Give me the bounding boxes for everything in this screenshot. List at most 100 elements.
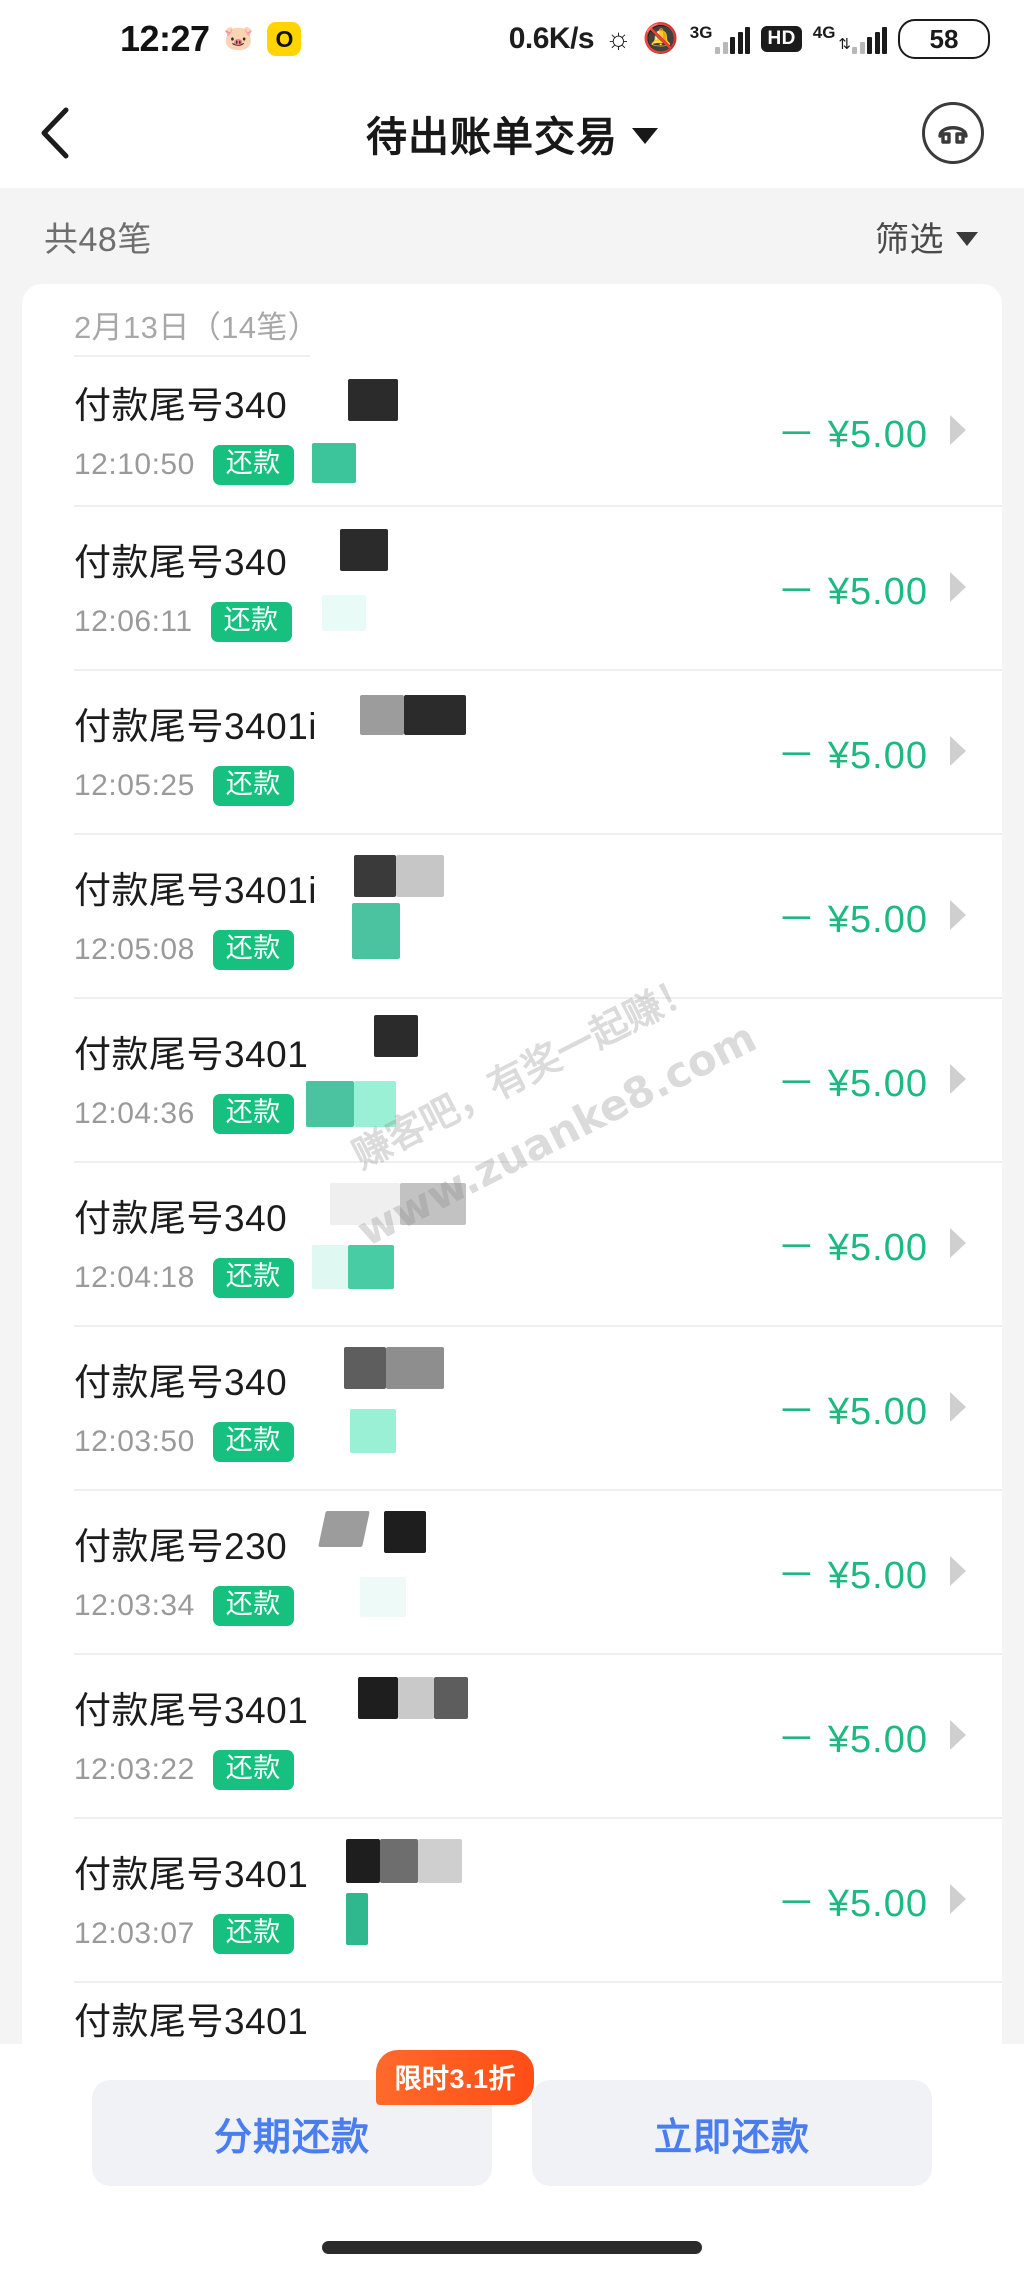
row-meta: 12:04:18 还款 <box>74 1258 777 1298</box>
chevron-right-icon <box>950 1064 966 1094</box>
row-divider <box>74 1653 1002 1655</box>
row-left: 付款尾号3401i 12:05:25 还款 <box>74 696 777 806</box>
repay-now-label: 立即还款 <box>653 2116 810 2159</box>
transaction-time: 12:03:22 <box>74 1753 195 1786</box>
row-divider <box>74 355 310 357</box>
transaction-title: 付款尾号340 <box>74 1198 288 1240</box>
table-row[interactable]: 付款尾号340 12:10:50 还款 － ¥5.00 <box>22 355 1002 505</box>
filter-label: 筛选 <box>875 220 944 259</box>
transaction-amount: － ¥5.00 <box>777 1554 928 1597</box>
row-right: － ¥5.00 <box>777 724 1002 779</box>
table-row[interactable]: 付款尾号3401 12:03:22 还款 － ¥5.00 <box>22 1653 1002 1817</box>
customer-service-button[interactable] <box>922 102 984 164</box>
row-left: 付款尾号230 12:03:34 还款 <box>74 1516 777 1626</box>
row-right: － ¥5.00 <box>777 1872 1002 1927</box>
row-meta: 12:04:36 还款 <box>74 1094 777 1134</box>
repay-now-button[interactable]: 立即还款 <box>532 2080 932 2186</box>
row-divider <box>74 1817 1002 1819</box>
table-row[interactable]: 付款尾号340 12:04:18 还款 － ¥5.00 <box>22 1161 1002 1325</box>
row-divider <box>74 1325 1002 1327</box>
mute-bell-icon: 🔕 <box>642 22 679 55</box>
row-right: － ¥5.00 <box>777 1544 1002 1599</box>
row-meta: 12:03:34 还款 <box>74 1586 777 1626</box>
row-divider <box>74 1161 1002 1163</box>
row-left: 付款尾号340 12:10:50 还款 <box>74 375 777 485</box>
transaction-title: 付款尾号3401i <box>74 870 318 912</box>
network-speed-label: 0.6K/s <box>508 22 595 55</box>
filter-button[interactable]: 筛选 <box>875 212 978 261</box>
transaction-rows: 付款尾号340 12:10:50 还款 － ¥5.00 付款尾号340 12:0… <box>22 355 1002 2045</box>
transaction-title: 付款尾号3401 <box>74 1690 309 1732</box>
status-bar-left: 12:27 🐷 O <box>120 18 302 60</box>
transaction-title: 付款尾号3401 <box>74 1034 309 1076</box>
status-badge: 还款 <box>212 1094 294 1134</box>
page-title: 待出账单交易 <box>366 114 618 160</box>
status-badge: 还款 <box>212 1914 294 1954</box>
row-divider <box>74 669 1002 671</box>
chevron-down-icon <box>956 231 978 246</box>
transaction-amount: － ¥5.00 <box>777 1226 928 1269</box>
status-badge: 还款 <box>212 445 294 485</box>
row-meta: 12:06:11 还款 <box>74 602 777 642</box>
transaction-time: 12:04:36 <box>74 1097 195 1130</box>
table-row[interactable]: 付款尾号340 12:03:50 还款 － ¥5.00 <box>22 1325 1002 1489</box>
row-right: － ¥5.00 <box>777 1380 1002 1435</box>
table-row[interactable]: 付款尾号3401i 12:05:25 还款 － ¥5.00 <box>22 669 1002 833</box>
row-divider <box>74 505 1002 507</box>
row-right: － ¥5.00 <box>777 403 1002 458</box>
installment-repay-label: 分期还款 <box>213 2116 370 2159</box>
chevron-right-icon <box>950 1720 966 1750</box>
status-badge: 还款 <box>210 602 292 642</box>
row-meta: 12:05:25 还款 <box>74 766 777 806</box>
table-row[interactable]: 付款尾号3401 12:03:07 还款 － ¥5.00 <box>22 1817 1002 1981</box>
row-left: 付款尾号340 12:06:11 还款 <box>74 532 777 642</box>
row-divider <box>74 1489 1002 1491</box>
status-badge: 还款 <box>212 930 294 970</box>
sim1-signal-group: 3G <box>690 24 751 54</box>
battery-indicator: 58 <box>898 18 990 60</box>
transaction-title: 付款尾号3401 <box>74 2001 309 2042</box>
sim1-signal-icon <box>715 27 751 54</box>
status-badge: 还款 <box>212 1586 294 1626</box>
chevron-right-icon <box>950 1884 966 1914</box>
transaction-time: 12:05:08 <box>74 933 195 966</box>
transaction-title: 付款尾号340 <box>74 1362 288 1404</box>
status-badge: 还款 <box>212 1422 294 1462</box>
transaction-amount: － ¥5.00 <box>777 1882 928 1925</box>
transaction-title: 付款尾号3401i <box>74 706 318 748</box>
installment-repay-button[interactable]: 分期还款 限时3.1折 <box>92 2050 534 2186</box>
row-meta: 12:03:07 还款 <box>74 1914 777 1954</box>
transaction-title: 付款尾号340 <box>74 385 288 427</box>
transaction-time: 12:06:11 <box>74 605 193 638</box>
row-meta: 12:03:50 还款 <box>74 1422 777 1462</box>
table-row[interactable]: 付款尾号3401 <box>22 1981 1002 2045</box>
row-right: － ¥5.00 <box>777 560 1002 615</box>
table-row[interactable]: 付款尾号340 12:06:11 还款 － ¥5.00 <box>22 505 1002 669</box>
table-row[interactable]: 付款尾号230 12:03:34 还款 － ¥5.00 <box>22 1489 1002 1653</box>
transaction-list-card[interactable]: 2月13日（14笔） 付款尾号340 12:10:50 还款 － ¥5.00 付… <box>22 284 1002 2112</box>
nav-title-group: 待出账单交易 <box>0 78 1024 188</box>
transaction-time: 12:03:34 <box>74 1589 195 1622</box>
home-indicator <box>322 2241 702 2254</box>
chevron-right-icon <box>950 572 966 602</box>
back-button[interactable] <box>0 78 110 188</box>
row-divider <box>74 1981 1002 1983</box>
chevron-down-icon[interactable] <box>632 128 658 144</box>
table-row[interactable]: 付款尾号3401i 12:05:08 还款 － ¥5.00 <box>22 833 1002 997</box>
status-badge: 还款 <box>212 1750 294 1790</box>
transaction-time: 12:03:07 <box>74 1917 195 1950</box>
pig-icon: 🐷 <box>223 25 254 52</box>
promo-badge: 限时3.1折 <box>376 2050 534 2105</box>
chevron-right-icon <box>950 1556 966 1586</box>
table-row[interactable]: 付款尾号3401 12:04:36 还款 － ¥5.00 <box>22 997 1002 1161</box>
row-meta: 12:03:22 还款 <box>74 1750 777 1790</box>
transaction-amount: － ¥5.00 <box>777 570 928 613</box>
transaction-title: 付款尾号340 <box>74 542 288 584</box>
summary-bar: 共48笔 筛选 <box>0 188 1024 284</box>
transaction-time: 12:10:50 <box>74 448 195 481</box>
chevron-right-icon <box>950 415 966 445</box>
status-bar: 12:27 🐷 O 0.6K/s ☼ 🔕 3G HD 4G ⇅ 58 <box>0 0 1024 78</box>
row-right: － ¥5.00 <box>777 1052 1002 1107</box>
row-left: 付款尾号3401i 12:05:08 还款 <box>74 860 777 970</box>
bottom-action-bar: 分期还款 限时3.1折 立即还款 <box>0 2044 1024 2276</box>
